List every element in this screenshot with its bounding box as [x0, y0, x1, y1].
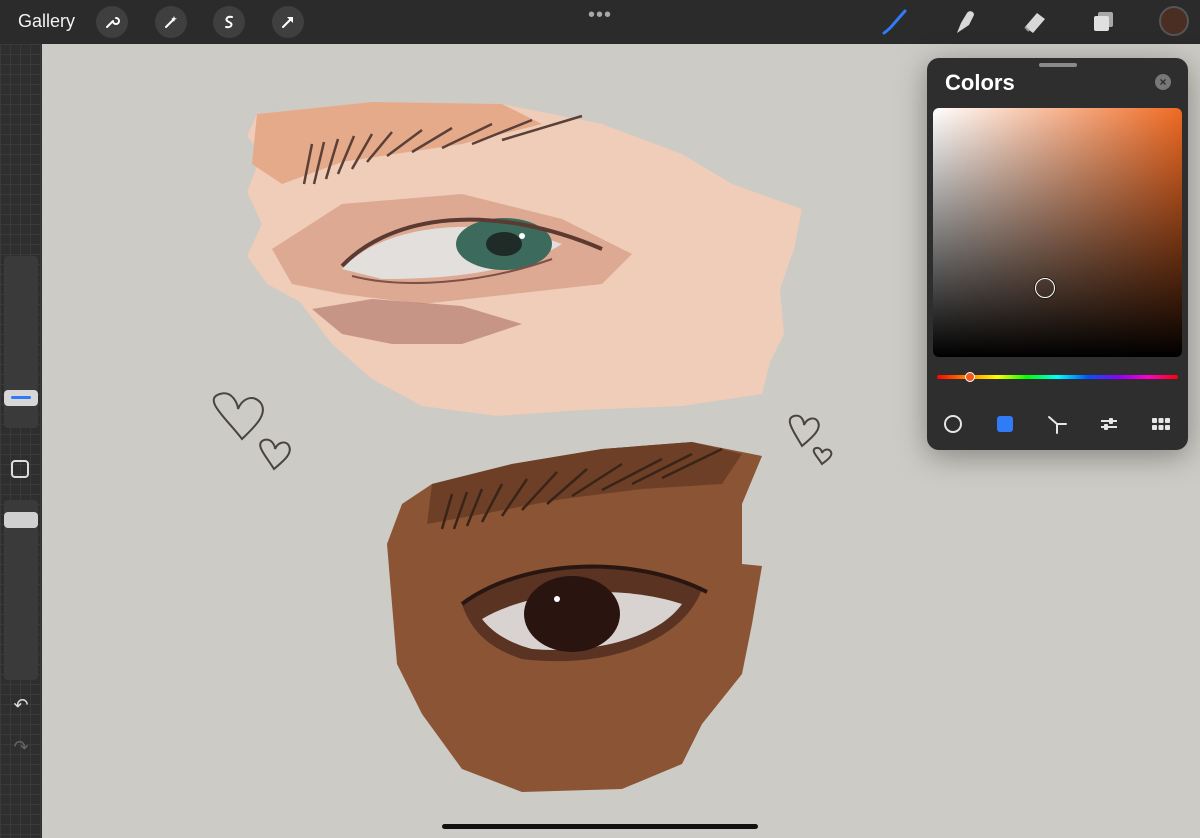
palettes-tab-icon[interactable] — [1150, 413, 1172, 435]
magic-wand-icon[interactable] — [155, 6, 187, 38]
value-tab-icon[interactable] — [1098, 413, 1120, 435]
color-picker-cursor[interactable] — [1035, 278, 1055, 298]
sidebar-background — [0, 44, 42, 838]
smudge-icon[interactable] — [948, 6, 980, 38]
transform-arrow-icon[interactable] — [272, 6, 304, 38]
disc-tab-icon[interactable] — [942, 413, 964, 435]
light-skin-eye-study — [247, 102, 802, 416]
undo-icon[interactable]: ↶ — [10, 695, 32, 717]
brush-icon[interactable] — [878, 6, 910, 38]
hue-slider-thumb[interactable] — [965, 372, 975, 382]
current-color-swatch[interactable] — [1159, 6, 1189, 36]
actions-menu-icon[interactable]: ••• — [588, 4, 612, 27]
brush-size-thumb[interactable] — [4, 390, 38, 406]
layers-icon[interactable] — [1088, 6, 1120, 38]
eraser-icon[interactable] — [1018, 6, 1050, 38]
gallery-button[interactable]: Gallery — [18, 11, 75, 32]
home-indicator — [442, 824, 758, 829]
selection-icon[interactable] — [213, 6, 245, 38]
modify-button[interactable] — [11, 460, 29, 478]
top-toolbar: Gallery ••• — [0, 0, 1200, 44]
opacity-thumb[interactable] — [4, 512, 38, 528]
redo-icon[interactable]: ↷ — [10, 737, 32, 759]
panel-drag-handle[interactable] — [1039, 63, 1077, 67]
close-icon[interactable]: × — [1155, 74, 1171, 90]
wrench-icon[interactable] — [96, 6, 128, 38]
classic-tab-icon[interactable] — [994, 413, 1016, 435]
harmony-tab-icon[interactable] — [1046, 413, 1068, 435]
saturation-brightness-picker[interactable] — [933, 108, 1182, 357]
panel-title: Colors — [945, 70, 1015, 95]
dark-skin-eye-study — [387, 442, 762, 792]
colors-panel: Colors × — [927, 58, 1188, 450]
